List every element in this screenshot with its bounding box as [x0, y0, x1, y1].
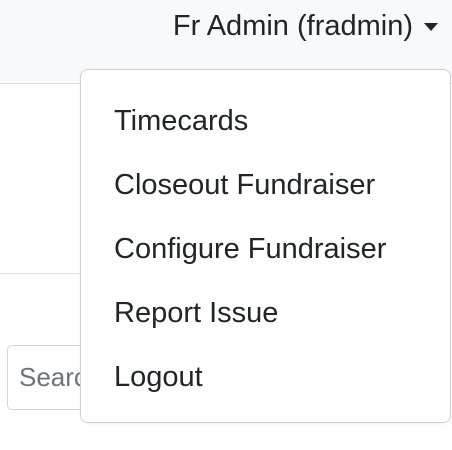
caret-down-icon	[424, 23, 438, 31]
user-menu-label: Fr Admin (fradmin)	[172, 9, 413, 42]
menu-item-report-issue[interactable]: Report Issue	[81, 281, 450, 345]
user-dropdown-menu: Timecards Closeout Fundraiser Configure …	[80, 69, 451, 423]
menu-item-closeout-fundraiser[interactable]: Closeout Fundraiser	[81, 153, 450, 217]
menu-item-logout[interactable]: Logout	[81, 345, 450, 409]
user-menu-toggle[interactable]: Fr Admin (fradmin)	[173, 6, 438, 46]
menu-item-timecards[interactable]: Timecards	[81, 89, 450, 153]
menu-item-configure-fundraiser[interactable]: Configure Fundraiser	[81, 217, 450, 281]
